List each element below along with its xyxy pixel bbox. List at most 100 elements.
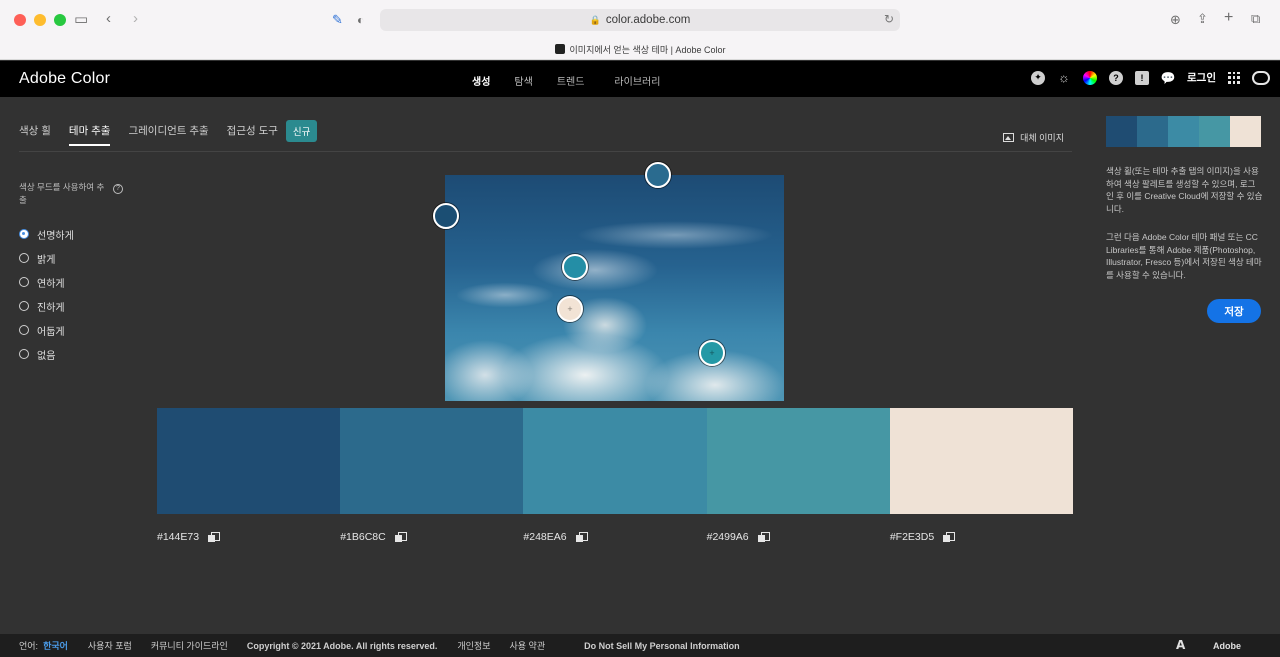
theme-preview xyxy=(1106,116,1261,147)
hex-value[interactable]: #1B6C8C xyxy=(340,531,386,543)
share-icon[interactable]: ⇪ xyxy=(1197,11,1208,27)
tab-color-wheel[interactable]: 색상 휠 xyxy=(19,123,51,146)
window-controls xyxy=(14,14,66,26)
url-text: color.adobe.com xyxy=(605,14,691,26)
close-window-button[interactable] xyxy=(14,14,26,26)
back-icon[interactable]: ‹ xyxy=(106,11,111,27)
user-forum-link[interactable]: 사용자 포럼 xyxy=(88,639,132,652)
hex-cell: #248EA6 xyxy=(523,531,706,543)
brand-logo[interactable]: Adobe Color xyxy=(19,70,110,88)
hex-value[interactable]: #248EA6 xyxy=(523,531,566,543)
apps-grid-icon[interactable] xyxy=(1228,71,1240,84)
radio-icon[interactable] xyxy=(19,253,29,263)
sidebar-description: 색상 휠(또는 테마 추출 탭의 이미지)을 사용하여 색상 팔레트를 생성할 … xyxy=(1106,166,1263,214)
color-swatch[interactable] xyxy=(157,408,341,514)
save-button[interactable]: 저장 xyxy=(1207,299,1261,323)
forward-icon[interactable]: › xyxy=(133,11,138,27)
info-icon[interactable]: ? xyxy=(113,184,123,194)
color-picker-handle[interactable] xyxy=(645,162,671,188)
tab-extract-theme[interactable]: 테마 추출 xyxy=(68,123,111,146)
preview-swatch xyxy=(1168,116,1199,147)
color-swatch[interactable] xyxy=(706,408,890,514)
privacy-link[interactable]: 개인정보 xyxy=(457,639,490,652)
radio-icon[interactable] xyxy=(19,325,29,335)
color-swatch[interactable] xyxy=(523,408,707,514)
color-swatch[interactable] xyxy=(889,408,1074,514)
radio-icon[interactable] xyxy=(19,229,29,239)
alt-image-button[interactable]: 대체 이미지 xyxy=(1003,131,1064,144)
color-picker-handle[interactable]: + xyxy=(699,340,725,366)
extension-icon[interactable]: ✎ xyxy=(332,12,343,28)
language-selector[interactable]: 한국어 xyxy=(43,639,68,652)
mood-option-muted[interactable]: 연하게 xyxy=(19,270,74,294)
do-not-sell-link[interactable]: Do Not Sell My Personal Information xyxy=(584,641,740,651)
reload-icon[interactable]: ↻ xyxy=(884,12,894,26)
hex-values: #144E73 #1B6C8C #248EA6 #2499A6 #F2E3D5 xyxy=(157,531,1073,543)
community-guidelines-link[interactable]: 커뮤니티 가이드라인 xyxy=(151,639,228,652)
radio-icon[interactable] xyxy=(19,301,29,311)
mood-option-colorful[interactable]: 선명하게 xyxy=(19,222,74,246)
radio-icon[interactable] xyxy=(19,277,29,287)
mood-option-none[interactable]: 없음 xyxy=(19,342,74,366)
mood-option-deep[interactable]: 진하게 xyxy=(19,294,74,318)
copy-icon[interactable] xyxy=(394,532,407,542)
copyright-text: Copyright © 2021 Adobe. All rights reser… xyxy=(246,640,438,651)
hex-value[interactable]: #F2E3D5 xyxy=(890,531,934,543)
sub-tabs: 색상 휠 테마 추출 그레이디언트 추출 접근성 도구 신규 xyxy=(19,119,318,146)
color-picker-handle[interactable]: + xyxy=(557,296,583,322)
hex-cell: #1B6C8C xyxy=(340,531,523,543)
terms-link[interactable]: 사용 약관 xyxy=(509,639,545,652)
color-swatch[interactable] xyxy=(340,408,524,514)
source-image[interactable] xyxy=(445,175,784,401)
adobe-logo-icon xyxy=(1175,638,1187,652)
app-header: Adobe Color 생성 탐색 트렌드 라이브러리 ✦ ☼ ? ! 💬 로그… xyxy=(0,61,1280,97)
color-picker-handle[interactable] xyxy=(433,203,459,229)
favicon-icon xyxy=(554,44,565,54)
nav-trends[interactable]: 트렌드 xyxy=(557,73,585,88)
mood-label: 밝게 xyxy=(37,254,56,266)
copy-icon[interactable] xyxy=(575,532,588,542)
community-icon[interactable]: ✦ xyxy=(1031,70,1046,85)
footer: 언어: 한국어 사용자 포럼 커뮤니티 가이드라인 Copyright © 20… xyxy=(0,634,1280,657)
mood-title: 색상 무드를 사용하여 추출 xyxy=(19,182,105,205)
tab-extract-gradient[interactable]: 그레이디언트 추출 xyxy=(128,123,208,146)
tab-accessibility-tools[interactable]: 접근성 도구 xyxy=(227,123,278,146)
copy-icon[interactable] xyxy=(208,532,221,542)
login-link[interactable]: 로그인 xyxy=(1187,70,1216,85)
alt-image-label: 대체 이미지 xyxy=(1020,133,1064,143)
downloads-icon[interactable]: ⊕ xyxy=(1170,12,1181,28)
chat-icon[interactable]: 💬 xyxy=(1161,71,1176,85)
mood-option-dark[interactable]: 어둡게 xyxy=(19,318,74,342)
shield-icon[interactable]: ◐ xyxy=(357,12,364,28)
feedback-icon[interactable]: ! xyxy=(1135,70,1150,85)
sidebar-icon[interactable]: ▭ xyxy=(74,12,88,28)
preview-swatch xyxy=(1106,116,1137,147)
tab-title[interactable]: 이미지에서 얻는 색상 테마 | Adobe Color xyxy=(0,43,1280,56)
tab-divider xyxy=(19,151,1072,152)
copy-icon[interactable] xyxy=(757,532,770,542)
creative-cloud-icon[interactable] xyxy=(1252,70,1270,85)
copy-icon[interactable] xyxy=(943,532,956,542)
minimize-window-button[interactable] xyxy=(34,14,46,26)
help-icon[interactable]: ? xyxy=(1109,70,1124,85)
hex-value[interactable]: #2499A6 xyxy=(707,531,749,543)
color-wheel-icon[interactable] xyxy=(1083,70,1098,85)
mood-option-bright[interactable]: 밝게 xyxy=(19,246,74,270)
color-picker-handle[interactable] xyxy=(562,254,588,280)
preview-swatch xyxy=(1230,116,1261,147)
nav-create[interactable]: 생성 xyxy=(472,73,490,88)
zoom-window-button[interactable] xyxy=(54,14,66,26)
preview-swatch xyxy=(1199,116,1230,147)
tabs-overview-icon[interactable]: ⧉ xyxy=(1251,11,1260,27)
brightness-icon[interactable]: ☼ xyxy=(1057,70,1071,85)
adobe-footer-logo[interactable]: Adobe xyxy=(1175,638,1260,652)
new-tab-icon[interactable]: + xyxy=(1224,10,1233,26)
address-bar[interactable]: 🔒 color.adobe.com ↻ xyxy=(380,9,900,31)
nav-explore[interactable]: 탐색 xyxy=(514,73,532,88)
radio-icon[interactable] xyxy=(19,349,29,359)
nav-libraries[interactable]: 라이브러리 xyxy=(614,73,660,88)
browser-chrome: ▭ ‹ › ✎ ◐ 🔒 color.adobe.com ↻ ⊕ ⇪ + ⧉ 이미… xyxy=(0,0,1280,60)
hex-value[interactable]: #144E73 xyxy=(157,531,199,543)
hex-cell: #F2E3D5 xyxy=(890,531,1073,543)
adobe-footer-text: Adobe xyxy=(1213,640,1241,651)
